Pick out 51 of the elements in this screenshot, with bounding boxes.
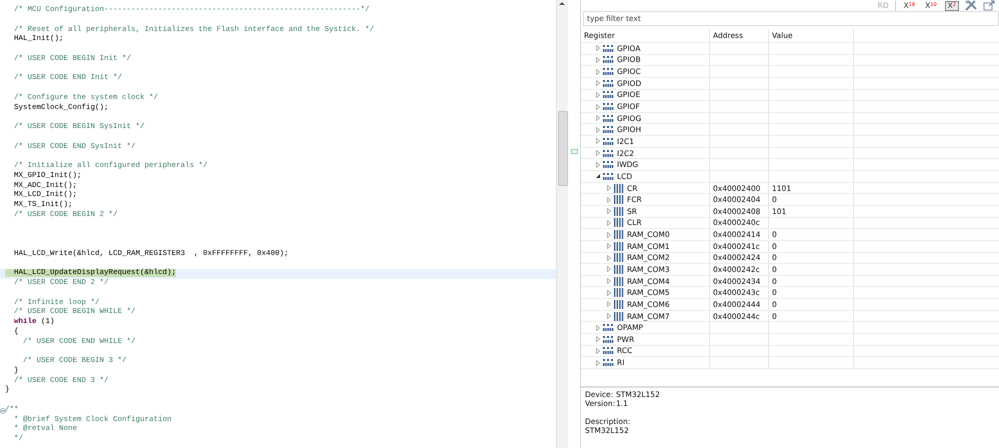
register-icon <box>614 218 624 228</box>
register-icon <box>614 230 624 240</box>
expand-toggle-icon[interactable] <box>595 324 601 331</box>
expand-toggle-icon[interactable] <box>595 104 601 110</box>
expand-toggle-icon[interactable] <box>595 92 601 98</box>
scrollbar-thumb[interactable] <box>558 111 568 186</box>
peripheral-icon <box>603 358 614 368</box>
register-icon <box>614 276 624 286</box>
expand-toggle-icon[interactable] <box>595 45 601 52</box>
expand-toggle-icon[interactable] <box>595 348 601 354</box>
expand-toggle-icon[interactable] <box>595 162 601 168</box>
peripheral-icon <box>603 55 614 64</box>
ruler-marker <box>571 149 578 154</box>
peripheral-icon <box>603 136 614 146</box>
expand-toggle-icon[interactable] <box>595 336 601 342</box>
peripheral-icon <box>603 148 614 158</box>
expand-toggle-icon[interactable] <box>595 56 601 63</box>
register-icon <box>614 206 624 216</box>
expand-toggle-icon[interactable] <box>595 126 601 133</box>
expand-toggle-icon[interactable] <box>595 138 601 144</box>
register-icon <box>614 253 624 262</box>
peripheral-icon <box>603 125 614 134</box>
peripheral-icon <box>603 78 614 88</box>
peripheral-icon <box>603 114 614 123</box>
register-icon <box>614 195 624 204</box>
expand-toggle-icon[interactable] <box>595 68 601 75</box>
peripheral-icon <box>603 172 614 181</box>
peripheral-icon <box>603 160 614 170</box>
expand-toggle-icon[interactable] <box>595 360 601 366</box>
register-icon <box>614 300 624 309</box>
peripheral-icon <box>603 67 614 76</box>
peripheral-icon <box>603 90 614 100</box>
tools-icon[interactable] <box>965 0 977 11</box>
expand-toggle-icon[interactable] <box>595 80 601 86</box>
export-icon[interactable] <box>983 0 995 11</box>
register-icon <box>614 312 624 321</box>
expand-toggle-icon[interactable] <box>595 173 601 180</box>
peripheral-icon <box>603 44 614 53</box>
peripheral-icon <box>603 323 614 332</box>
expand-toggle-icon[interactable] <box>595 115 601 122</box>
vertical-scrollbar[interactable] <box>556 0 568 448</box>
peripheral-icon <box>603 334 614 344</box>
peripheral-icon <box>603 102 614 112</box>
expand-toggle-icon[interactable] <box>595 150 601 156</box>
register-icon <box>614 288 624 298</box>
register-icon <box>614 242 624 251</box>
peripheral-icon <box>603 346 614 356</box>
register-icon <box>614 264 624 274</box>
scroll-up-icon[interactable] <box>559 1 565 6</box>
register-icon <box>614 184 624 192</box>
fold-toggle-icon[interactable] <box>0 408 6 414</box>
